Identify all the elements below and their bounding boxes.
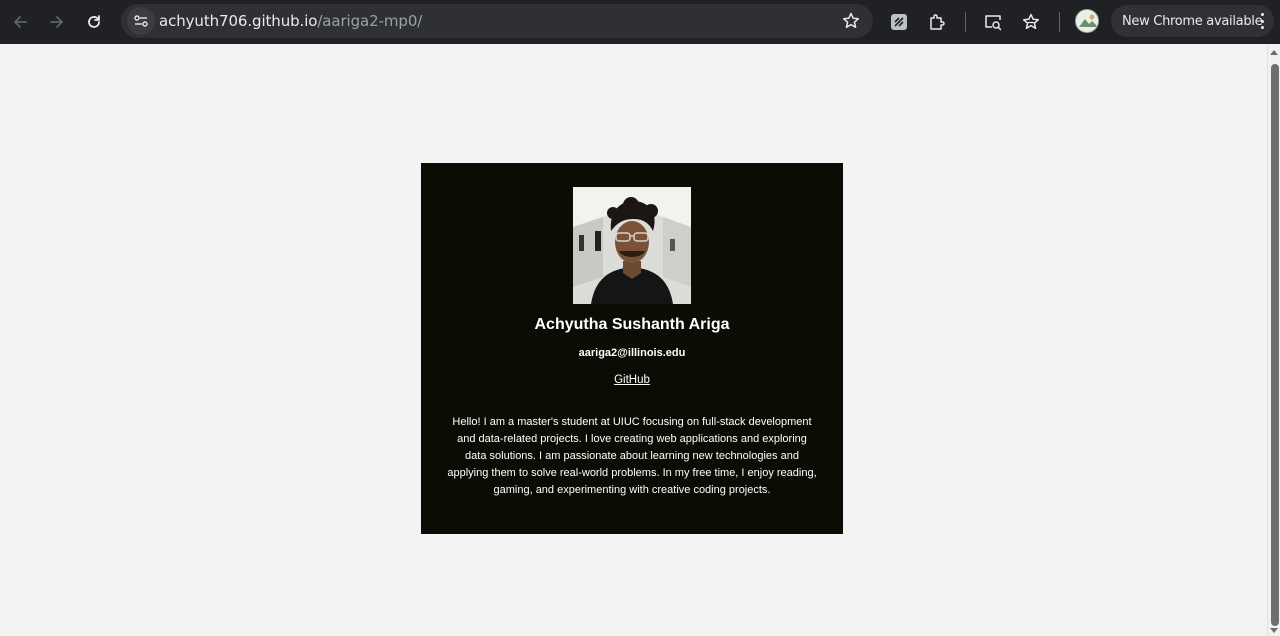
extension-app-button[interactable]	[883, 6, 915, 38]
extensions-button[interactable]	[921, 6, 953, 38]
profile-bio: Hello! I am a master's student at UIUC f…	[447, 416, 817, 496]
scroll-down-arrow-icon[interactable]	[1270, 628, 1278, 633]
back-icon	[14, 16, 27, 28]
avatar-icon	[1076, 10, 1098, 32]
extensions-puzzle-icon	[930, 14, 945, 30]
address-bar[interactable]: achyuth706.github.io/aariga2-mp0/	[121, 4, 873, 38]
url-host: achyuth706.github.io	[159, 12, 318, 30]
page-scrollbar[interactable]	[1267, 44, 1280, 636]
profile-photo	[573, 187, 691, 304]
toolbar-divider	[1059, 12, 1060, 32]
extension-app-icon	[891, 14, 907, 30]
forward-icon	[50, 16, 63, 28]
browser-toolbar: achyuth706.github.io/aariga2-mp0/ New Ch…	[0, 0, 1280, 44]
reload-button[interactable]	[78, 6, 110, 38]
more-menu-icon[interactable]	[1260, 13, 1264, 29]
scroll-up-arrow-icon[interactable]	[1270, 50, 1278, 55]
profile-name: Achyutha Sushanth Ariga	[534, 316, 730, 333]
site-info-button[interactable]	[127, 7, 155, 35]
profile-email: aariga2@illinois.edu	[578, 347, 686, 359]
bookmarks-button[interactable]	[1015, 6, 1047, 38]
reload-icon	[88, 15, 100, 28]
scrollbar-thumb[interactable]	[1271, 64, 1279, 626]
profile-avatar[interactable]	[1075, 9, 1099, 33]
forward-button[interactable]	[41, 6, 73, 38]
chrome-update-button[interactable]: New Chrome available	[1111, 5, 1274, 37]
url-path: /aariga2-mp0/	[317, 12, 423, 30]
profile-card: Achyutha Sushanth Ariga aariga2@illinois…	[421, 163, 843, 534]
screen-search-icon	[985, 15, 1002, 31]
screen-search-button[interactable]	[977, 6, 1009, 38]
bookmarks-icon	[1022, 13, 1040, 30]
bookmark-star-icon[interactable]	[841, 11, 861, 31]
toolbar-divider	[965, 12, 966, 32]
github-link[interactable]: GitHub	[614, 374, 650, 386]
url-text[interactable]: achyuth706.github.io/aariga2-mp0/	[159, 12, 422, 30]
back-button[interactable]	[4, 6, 36, 38]
update-label: New Chrome available	[1122, 13, 1263, 29]
tune-icon	[134, 15, 148, 27]
